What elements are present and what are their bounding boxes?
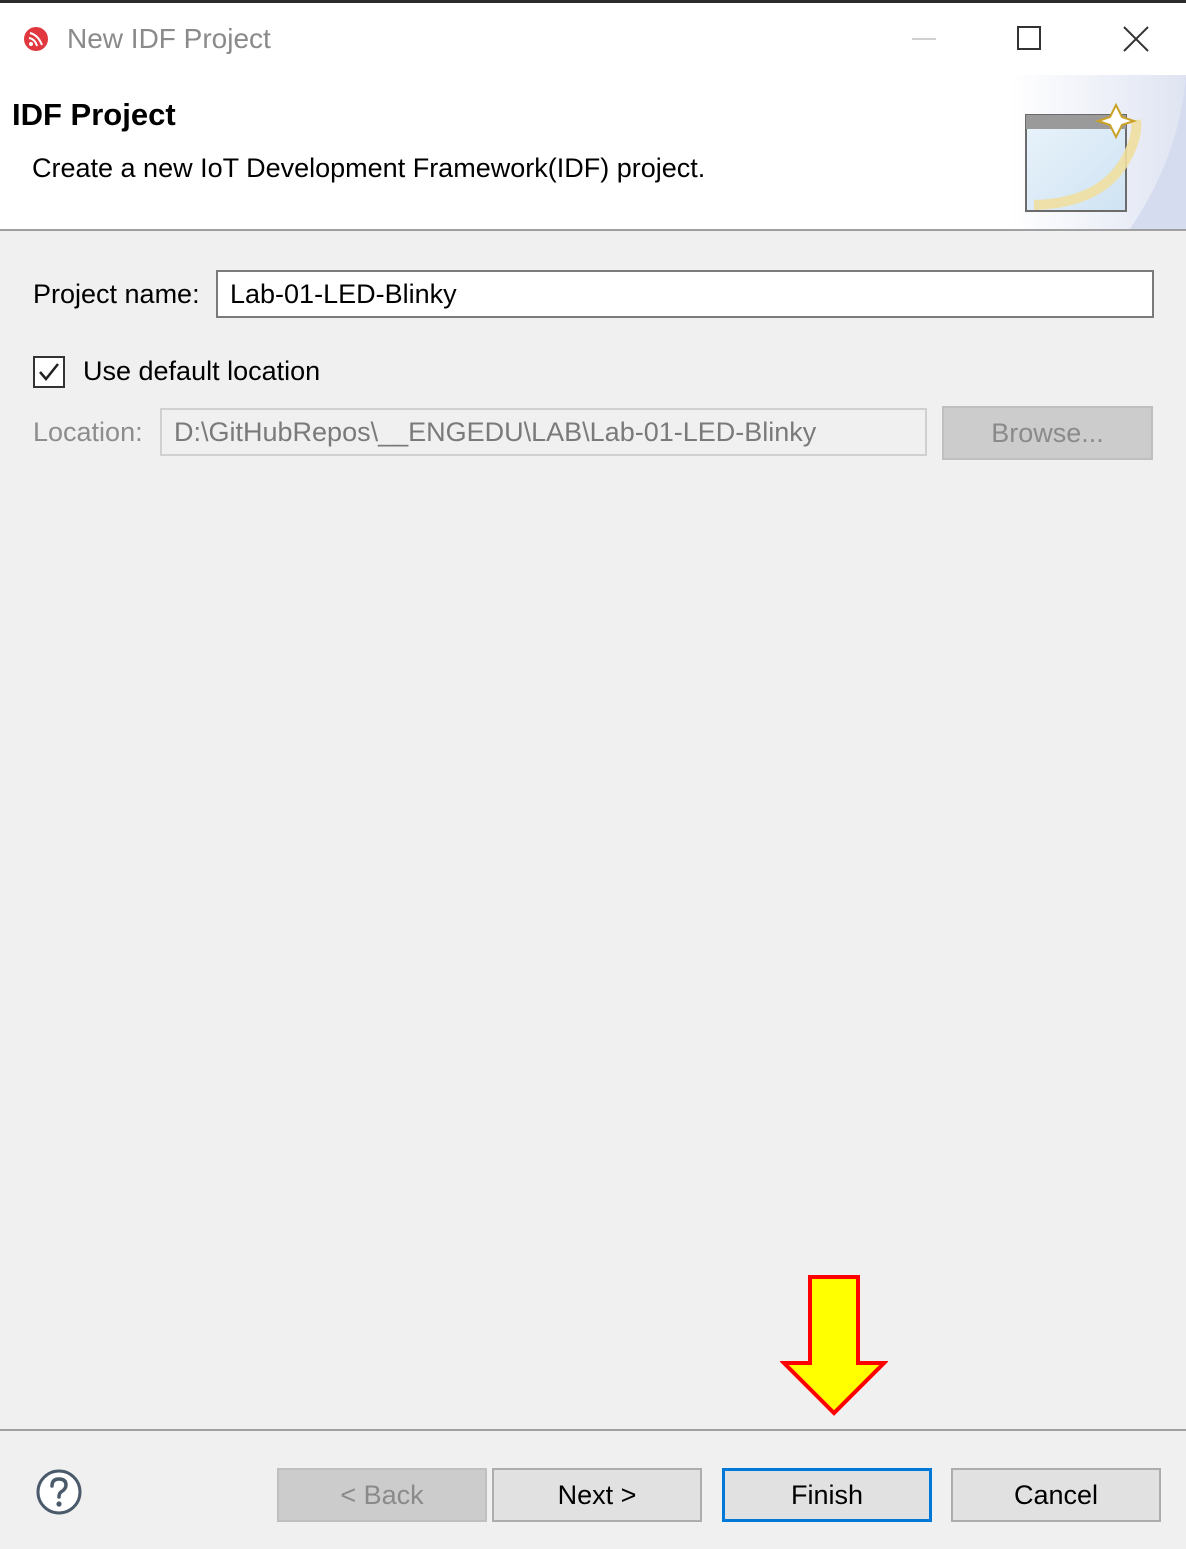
cancel-button[interactable]: Cancel xyxy=(951,1468,1161,1522)
close-icon xyxy=(1123,26,1149,52)
minimize-icon xyxy=(912,38,936,40)
maximize-button[interactable] xyxy=(990,3,1070,75)
project-name-input[interactable]: Lab-01-LED-Blinky xyxy=(216,270,1154,318)
checkmark-icon xyxy=(39,363,59,381)
use-default-location-checkbox[interactable] xyxy=(33,356,65,388)
maximize-icon xyxy=(1017,26,1041,50)
window-title: New IDF Project xyxy=(67,23,271,54)
browse-button: Browse... xyxy=(942,406,1153,460)
page-title: IDF Project xyxy=(12,97,176,132)
back-button: < Back xyxy=(277,1468,487,1522)
next-button[interactable]: Next > xyxy=(492,1468,702,1522)
title-bar: New IDF Project xyxy=(0,3,1186,75)
close-button[interactable] xyxy=(1096,3,1176,75)
location-label: Location: xyxy=(33,417,143,447)
page-description: Create a new IoT Development Framework(I… xyxy=(32,153,706,183)
footer-separator xyxy=(0,1429,1186,1431)
minimize-button[interactable] xyxy=(884,3,964,75)
espressif-app-icon xyxy=(24,27,48,51)
use-default-location-label[interactable]: Use default location xyxy=(83,356,320,387)
help-icon[interactable] xyxy=(35,1468,83,1516)
new-window-wizard-icon xyxy=(1010,75,1186,229)
annotation-arrow-icon xyxy=(780,1275,888,1416)
wizard-banner: IDF Project Create a new IoT Development… xyxy=(0,75,1186,231)
finish-button[interactable]: Finish xyxy=(722,1468,932,1522)
new-idf-project-dialog: New IDF Project IDF Project Create a new… xyxy=(0,0,1186,1549)
location-input: D:\GitHubRepos\__ENGEDU\LAB\Lab-01-LED-B… xyxy=(160,408,927,456)
project-name-label: Project name: xyxy=(33,279,200,309)
